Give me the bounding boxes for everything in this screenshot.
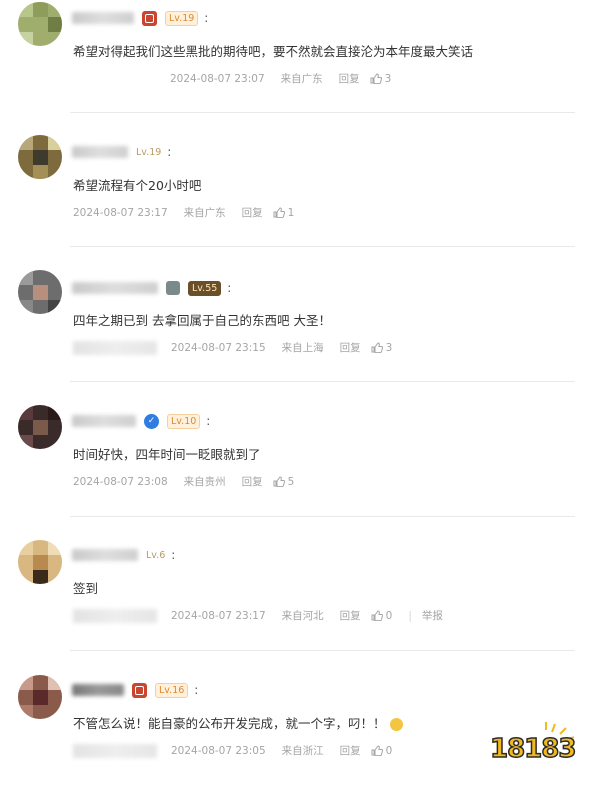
comment-time: 2024-08-07 23:17 <box>171 609 266 622</box>
like-button[interactable]: 0 <box>371 745 392 757</box>
comment-time: 2024-08-07 23:05 <box>171 744 266 757</box>
level-badge: Lv.10 <box>167 413 201 429</box>
username[interactable] <box>72 684 124 696</box>
username[interactable] <box>72 549 138 561</box>
comment-location: 来自广东 <box>183 207 226 219</box>
reply-button[interactable]: 回复 <box>340 608 361 623</box>
comment-text: 不管怎么说！能自豪的公布开发完成，就一个字，叼！！ <box>73 713 403 732</box>
level-badge: Lv.6 <box>146 549 166 561</box>
comment-location: 来自河北 <box>281 610 324 622</box>
comment-time: 2024-08-07 23:08 <box>73 475 168 488</box>
reply-button[interactable]: 回复 <box>340 743 361 758</box>
comment-text: 希望流程有个20小时吧 <box>73 178 202 193</box>
thumbs-up-icon <box>273 476 285 487</box>
medal-icon <box>142 10 157 26</box>
comment-text: 时间好快，四年时间一眨眼就到了 <box>73 447 261 462</box>
divider <box>70 650 575 651</box>
level-badge: Lv.19 <box>136 146 162 158</box>
divider <box>70 381 575 382</box>
reply-button[interactable]: 回复 <box>340 340 361 355</box>
reply-button[interactable]: 回复 <box>242 205 263 220</box>
level-badge: Lv.55 <box>188 280 222 296</box>
reply-button[interactable]: 回复 <box>242 474 263 489</box>
avatar[interactable] <box>18 270 62 314</box>
level-badge: Lv.19 <box>165 10 199 26</box>
avatar[interactable] <box>18 675 62 719</box>
avatar[interactable] <box>18 405 62 449</box>
thumbs-up-icon <box>370 73 382 84</box>
thumbs-up-icon <box>273 207 285 218</box>
username[interactable] <box>72 282 158 294</box>
level-badge: Lv.16 <box>155 682 189 698</box>
comment-text: 签到 <box>73 581 99 596</box>
like-button[interactable]: 5 <box>273 476 294 488</box>
user-medal-icon <box>166 281 180 295</box>
face-emoji-icon <box>389 718 403 731</box>
comment-time: 2024-08-07 23:17 <box>73 206 168 219</box>
divider <box>70 246 575 247</box>
comment-time: 2024-08-07 23:15 <box>171 341 266 354</box>
like-button[interactable]: 3 <box>370 73 391 85</box>
divider <box>70 516 575 517</box>
thumbs-up-icon <box>371 342 383 353</box>
medal-icon <box>132 682 147 698</box>
avatar[interactable] <box>18 135 62 179</box>
username[interactable] <box>72 415 136 427</box>
comment-text: 四年之期已到 去拿回属于自己的东西吧 大圣！ <box>73 313 331 328</box>
report-button[interactable]: 举报 <box>422 608 443 623</box>
username[interactable] <box>72 12 134 24</box>
thumbs-up-icon <box>371 745 383 756</box>
thumbs-up-icon <box>371 610 383 621</box>
comment-time: 2024-08-07 23:07 <box>170 72 265 85</box>
avatar[interactable] <box>18 540 62 584</box>
comment-text: 希望对得起我们这些黑批的期待吧，要不然就会直接沦为本年度最大笑话 <box>73 44 474 59</box>
avatar[interactable] <box>18 2 62 46</box>
like-button[interactable]: 3 <box>371 342 392 354</box>
verified-icon: ✓ <box>144 413 159 429</box>
site-watermark-logo: 18183 <box>489 720 590 780</box>
divider <box>70 112 575 113</box>
like-button[interactable]: 0 <box>371 610 392 622</box>
comment-location: 来自广东 <box>280 73 323 85</box>
like-button[interactable]: 1 <box>273 207 294 219</box>
comment-location: 来自浙江 <box>281 745 324 757</box>
comment-location: 来自贵州 <box>183 476 226 488</box>
comment-location: 来自上海 <box>281 342 324 354</box>
username[interactable] <box>72 146 128 158</box>
reply-button[interactable]: 回复 <box>339 71 360 86</box>
